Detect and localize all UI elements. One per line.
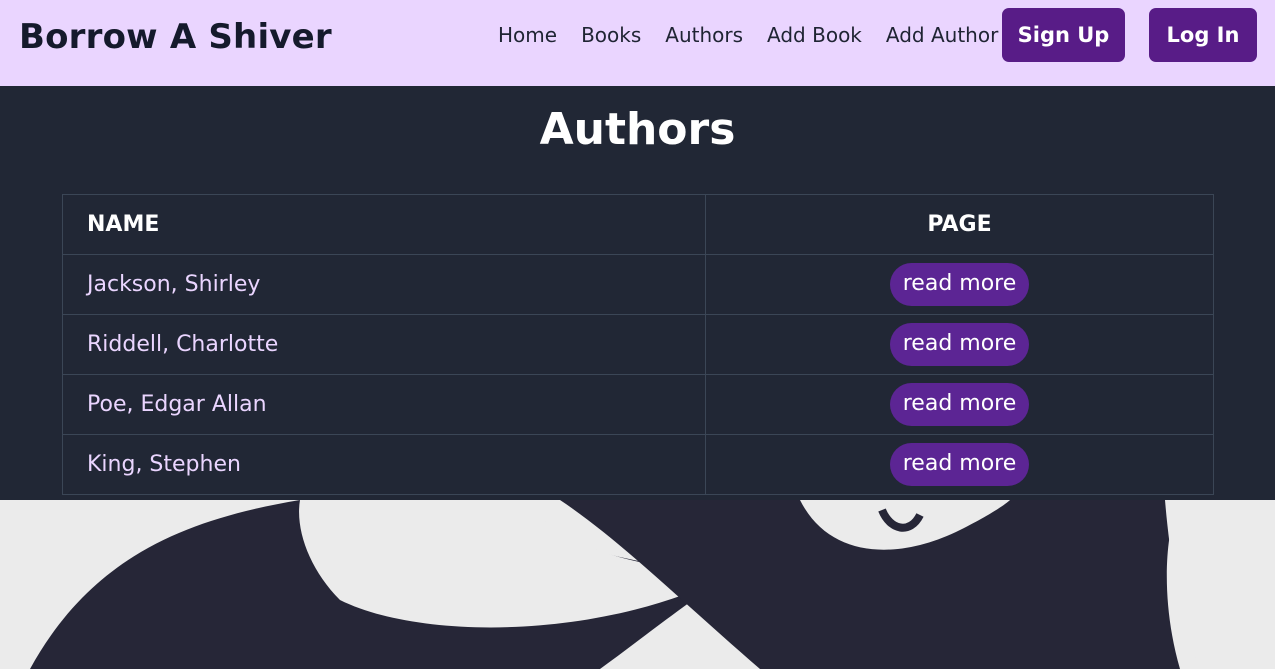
nav-link-books[interactable]: Books <box>581 23 641 47</box>
table-row: Jackson, Shirley read more <box>62 254 1214 315</box>
column-header-page: PAGE <box>705 194 1214 255</box>
page-cell: read more <box>705 434 1214 495</box>
authors-table: NAME PAGE Jackson, Shirley read more Rid… <box>62 194 1214 495</box>
page-cell: read more <box>705 254 1214 315</box>
top-navbar: Borrow A Shiver Home Books Authors Add B… <box>0 0 1275 86</box>
read-more-button[interactable]: read more <box>889 443 1030 486</box>
nav-link-home[interactable]: Home <box>498 23 557 47</box>
author-name: Jackson, Shirley <box>62 254 706 315</box>
read-more-button[interactable]: read more <box>889 383 1030 426</box>
brand-logo-text[interactable]: Borrow A Shiver <box>19 17 332 57</box>
page-cell: read more <box>705 314 1214 375</box>
sign-up-button[interactable]: Sign Up <box>1002 8 1125 62</box>
log-in-button[interactable]: Log In <box>1149 8 1257 62</box>
author-name: King, Stephen <box>62 434 706 495</box>
author-name: Riddell, Charlotte <box>62 314 706 375</box>
nav-link-add-author[interactable]: Add Author <box>886 23 998 47</box>
nav-links: Home Books Authors Add Book Add Author <box>498 23 1022 47</box>
column-header-name: NAME <box>62 194 706 255</box>
read-more-button[interactable]: read more <box>889 323 1030 366</box>
read-more-button[interactable]: read more <box>889 263 1030 306</box>
page-title: Authors <box>539 104 736 155</box>
page-cell: read more <box>705 374 1214 435</box>
table-row: King, Stephen read more <box>62 434 1214 495</box>
table-row: Riddell, Charlotte read more <box>62 314 1214 375</box>
table-header-row: NAME PAGE <box>62 194 1214 255</box>
table-row: Poe, Edgar Allan read more <box>62 374 1214 435</box>
nav-link-add-book[interactable]: Add Book <box>767 23 862 47</box>
author-name: Poe, Edgar Allan <box>62 374 706 435</box>
nav-link-authors[interactable]: Authors <box>665 23 743 47</box>
